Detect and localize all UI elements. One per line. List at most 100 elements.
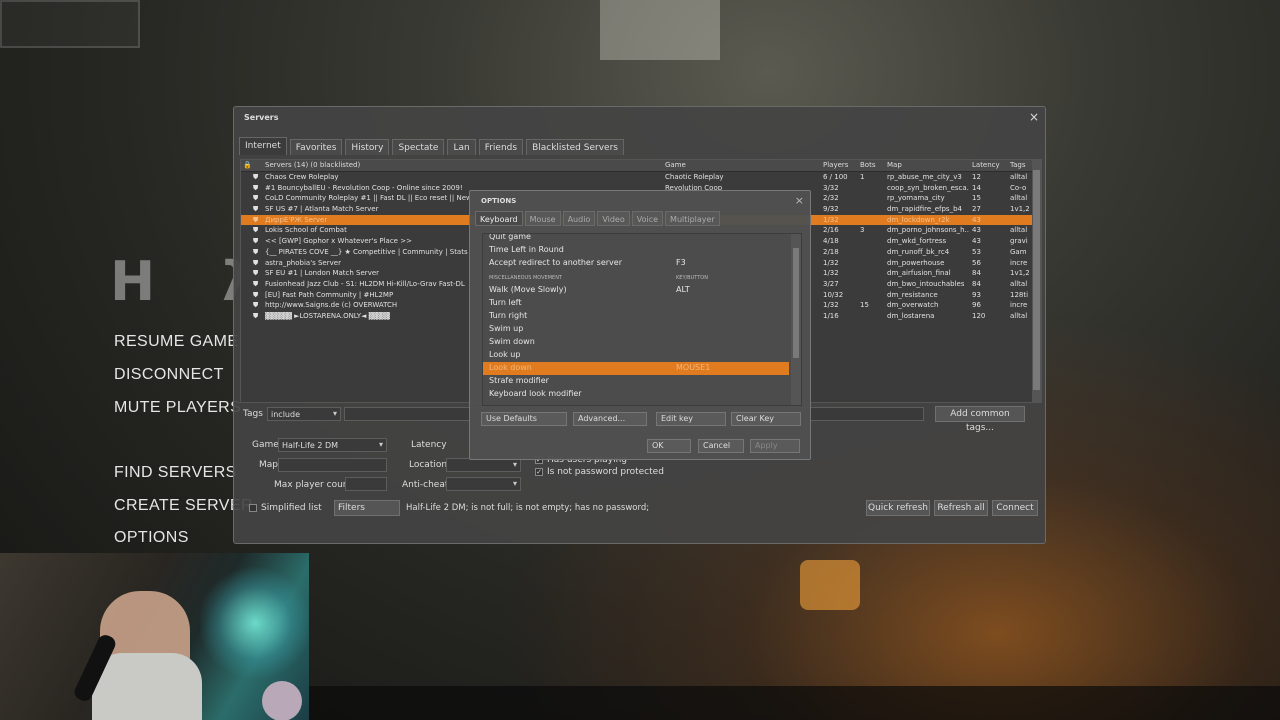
- col-servers[interactable]: Servers (14) (0 blacklisted): [265, 161, 360, 169]
- tab-favorites[interactable]: Favorites: [289, 139, 343, 155]
- key-value: F3: [676, 258, 686, 267]
- menu-options[interactable]: OPTIONS: [114, 529, 189, 547]
- tab-keyboard[interactable]: Keyboard: [475, 211, 523, 226]
- cell-bots: 15: [860, 301, 869, 310]
- cell-latency: 53: [972, 247, 981, 256]
- key-binding-row[interactable]: Strafe modifier: [483, 375, 789, 388]
- key-binding-row[interactable]: Swim down: [483, 336, 789, 349]
- server-list-scrollbar[interactable]: [1032, 160, 1041, 402]
- key-action: Look down: [489, 363, 532, 372]
- cell-players: 1/16: [823, 311, 839, 320]
- cell-map: dm_resistance: [887, 290, 938, 299]
- cell-map: coop_syn_broken_esca...: [887, 183, 969, 192]
- tab-friends[interactable]: Friends: [478, 139, 524, 155]
- scrollbar-thumb[interactable]: [1033, 170, 1040, 390]
- menu-disconnect[interactable]: DISCONNECT: [114, 366, 224, 384]
- tab-mouse[interactable]: Mouse: [524, 211, 561, 226]
- shield-icon: ⛊: [253, 301, 259, 310]
- game-select[interactable]: Half-Life 2 DM: [278, 438, 387, 452]
- refresh-all-button[interactable]: Refresh all: [934, 500, 988, 516]
- filters-button[interactable]: Filters: [334, 500, 400, 516]
- cell-map: rp_yomama_city: [887, 194, 945, 203]
- col-bots[interactable]: Bots: [860, 161, 875, 169]
- col-latency[interactable]: Latency: [972, 161, 1000, 169]
- cell-bots: 3: [860, 226, 865, 235]
- key-binding-row[interactable]: Keyboard look modifier: [483, 388, 789, 401]
- use-defaults-button[interactable]: Use Defaults: [481, 412, 567, 426]
- shield-icon: ⛊: [253, 311, 259, 320]
- key-action: MISCELLANEOUS MOVEMENT: [489, 275, 562, 281]
- key-action: Accept redirect to another server: [489, 258, 622, 267]
- close-icon[interactable]: ×: [795, 194, 804, 207]
- key-value: MOUSE1: [676, 363, 711, 372]
- max-player-count-input[interactable]: [345, 477, 387, 491]
- key-binding-row[interactable]: Look down MOUSE1: [483, 362, 789, 375]
- col-players[interactable]: Players: [823, 161, 848, 169]
- clear-key-button[interactable]: Clear Key: [731, 412, 801, 426]
- key-binding-row[interactable]: Accept redirect to another server F3: [483, 257, 789, 270]
- not-password-protected-checkbox[interactable]: ✓: [535, 468, 543, 476]
- anti-cheat-select[interactable]: [446, 477, 521, 491]
- key-binding-row[interactable]: Time Left in Round: [483, 244, 789, 257]
- tab-lan[interactable]: Lan: [447, 139, 476, 155]
- advanced-button[interactable]: Advanced...: [573, 412, 647, 426]
- key-binding-row[interactable]: Walk (Move Slowly) ALT: [483, 284, 789, 297]
- quick-refresh-button[interactable]: Quick refresh: [866, 500, 930, 516]
- key-binding-row[interactable]: Turn right: [483, 310, 789, 323]
- menu-find-servers[interactable]: FIND SERVERS: [114, 464, 237, 482]
- connect-button[interactable]: Connect: [992, 500, 1038, 516]
- col-game[interactable]: Game: [665, 161, 686, 169]
- cell-map: rp_abuse_me_city_v3: [887, 173, 962, 181]
- simplified-list-checkbox[interactable]: [249, 504, 257, 512]
- cell-map: dm_powerhouse: [887, 258, 945, 267]
- cell-name: << [GWP] Gophor x Whatever's Place >>: [265, 237, 412, 246]
- table-row[interactable]: ⛊ Chaos Crew Roleplay Chaotic Roleplay 6 / …: [241, 172, 1041, 183]
- tab-blacklisted-servers[interactable]: Blacklisted Servers: [526, 139, 624, 155]
- cell-tags: 128ti: [1010, 290, 1029, 299]
- add-common-tags-button[interactable]: Add common tags...: [935, 406, 1025, 433]
- menu-mute-players[interactable]: MUTE PLAYERS: [114, 399, 241, 417]
- tab-history[interactable]: History: [345, 139, 390, 155]
- cell-name: {__ PIRATES COVE __} ★ Competitive | Com…: [265, 247, 470, 256]
- edit-key-button[interactable]: Edit key: [656, 412, 726, 426]
- close-icon[interactable]: ×: [1029, 110, 1039, 124]
- key-list-scrollbar[interactable]: [791, 234, 801, 405]
- tab-voice[interactable]: Voice: [631, 211, 664, 226]
- simplified-list-label: Simplified list: [261, 503, 322, 513]
- tab-spectate[interactable]: Spectate: [392, 139, 445, 155]
- shield-icon: ⛊: [253, 215, 259, 224]
- scene-fire: [800, 560, 860, 610]
- col-tags[interactable]: Tags: [1010, 161, 1026, 169]
- tab-audio[interactable]: Audio: [562, 211, 596, 226]
- cell-tags: 1v1,2: [1010, 205, 1030, 214]
- key-binding-row[interactable]: Quit game: [483, 234, 789, 244]
- cell-players: 1/32: [823, 301, 839, 310]
- cell-players: 10/32: [823, 290, 844, 299]
- key-binding-row[interactable]: Turn left: [483, 297, 789, 310]
- key-binding-list: Quit game Time Left in Round Accept redire…: [482, 233, 802, 406]
- tab-multiplayer[interactable]: Multiplayer: [665, 211, 720, 226]
- tags-include-select[interactable]: include: [267, 407, 341, 421]
- cell-map: dm_rapidfire_efps_b4: [887, 205, 962, 214]
- key-binding-row[interactable]: Look up: [483, 349, 789, 362]
- cell-name: SF US #7 | Atlanta Match Server: [265, 205, 379, 214]
- shield-icon: ⛊: [253, 194, 259, 203]
- menu-resume-game[interactable]: RESUME GAME: [114, 333, 238, 351]
- scrollbar-thumb[interactable]: [793, 248, 799, 358]
- col-map[interactable]: Map: [887, 161, 902, 169]
- cell-map: dm_runoff_bk_rc4: [887, 247, 950, 256]
- map-input[interactable]: [278, 458, 387, 472]
- ok-button[interactable]: OK: [647, 439, 691, 453]
- shield-icon: ⛊: [253, 173, 259, 181]
- location-select[interactable]: [446, 458, 521, 472]
- tab-video[interactable]: Video: [597, 211, 630, 226]
- cancel-button[interactable]: Cancel: [698, 439, 744, 453]
- apply-button[interactable]: Apply: [750, 439, 800, 453]
- cell-map: dm_bwo_intouchables: [887, 279, 965, 288]
- cell-tags: alltal: [1010, 173, 1028, 181]
- tab-internet[interactable]: Internet: [239, 137, 287, 155]
- key-binding-row[interactable]: Swim up: [483, 323, 789, 336]
- cell-latency: 84: [972, 269, 981, 278]
- key-value: KEY/BUTTON: [676, 275, 708, 281]
- key-action: Time Left in Round: [489, 245, 564, 254]
